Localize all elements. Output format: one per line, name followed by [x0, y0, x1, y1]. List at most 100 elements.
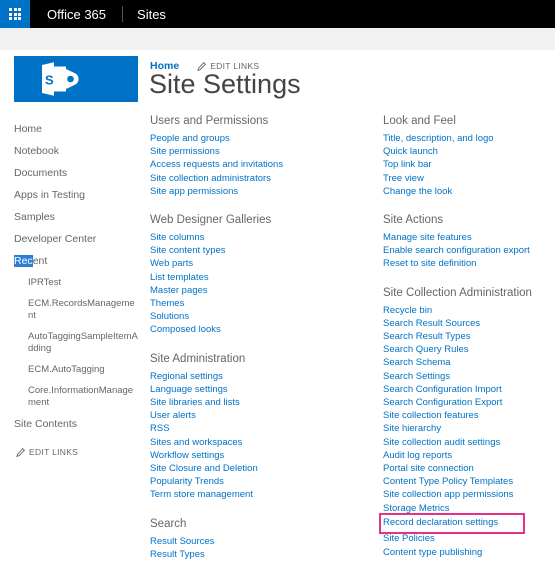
settings-link-portal-site-connection[interactable]: Portal site connection	[383, 462, 555, 475]
svg-text:S: S	[45, 73, 54, 88]
waffle-grid	[8, 7, 22, 21]
settings-middle-column: Users and Permissions People and groups Si…	[150, 114, 378, 576]
settings-group: Site Actions Manage site features Enable s…	[383, 213, 555, 271]
settings-group-title: Search	[150, 517, 187, 530]
sidebar-item-iprtest[interactable]: IPRTest	[0, 272, 138, 293]
quick-launch-nav: Home Notebook Documents Apps in Testing Samp…	[0, 114, 148, 457]
sidebar-item-label: Core.InformationManagement	[28, 384, 134, 408]
settings-link-search-settings[interactable]: Search Settings	[383, 370, 555, 383]
settings-link-change-the-look[interactable]: Change the look	[383, 185, 555, 198]
sidebar-item-ecm-autotagging[interactable]: ECM.AutoTagging	[0, 359, 138, 380]
settings-link-title-description-and-logo[interactable]: Title, description, and logo	[383, 132, 555, 145]
settings-link-solutions[interactable]: Solutions	[150, 310, 378, 323]
settings-group: Look and Feel Title, description, and log…	[383, 114, 555, 198]
settings-link-site-hierarchy[interactable]: Site hierarchy	[383, 422, 555, 435]
settings-link-enable-search-configuration-export[interactable]: Enable search configuration export	[383, 244, 555, 257]
settings-link-web-parts[interactable]: Web parts	[150, 257, 378, 270]
sidebar-item-site-contents[interactable]: Site Contents	[0, 413, 148, 435]
settings-link-themes[interactable]: Themes	[150, 297, 378, 310]
settings-link-top-link-bar[interactable]: Top link bar	[383, 158, 555, 171]
page-body: Home Notebook Documents Apps in Testing Samp…	[0, 114, 555, 560]
settings-link-term-store-management[interactable]: Term store management	[150, 488, 378, 501]
sidebar-item-label: Developer Center	[14, 232, 97, 245]
settings-link-result-sources[interactable]: Result Sources	[150, 535, 378, 548]
quick-launch-items: Home Notebook Documents Apps in Testing Samp…	[0, 118, 148, 435]
settings-group: Search Result Sources Result Types	[150, 517, 378, 561]
settings-link-site-collection-features[interactable]: Site collection features	[383, 409, 555, 422]
settings-link-language-settings[interactable]: Language settings	[150, 383, 378, 396]
sidebar-item-samples[interactable]: Samples	[0, 206, 148, 228]
settings-link-search-query-rules[interactable]: Search Query Rules	[383, 343, 555, 356]
settings-group-title: Site Actions	[383, 214, 444, 227]
settings-group: Site Administration Regional settings Lang…	[150, 352, 378, 502]
settings-link-site-libraries-and-lists[interactable]: Site libraries and lists	[150, 396, 378, 409]
app-launcher-waffle-icon[interactable]	[0, 0, 30, 28]
settings-link-quick-launch[interactable]: Quick launch	[383, 145, 555, 158]
sidebar-item-apps-in-testing[interactable]: Apps in Testing	[0, 184, 148, 206]
settings-group-title: Site Administration	[150, 352, 246, 365]
settings-link-search-result-sources[interactable]: Search Result Sources	[383, 317, 555, 330]
sidebar-item-core-informationmanagement[interactable]: Core.InformationManagement	[0, 380, 138, 413]
settings-group-title: Site Collection Administration	[383, 286, 532, 299]
sidebar-item-label-selected: Rec	[14, 254, 33, 267]
settings-link-site-columns[interactable]: Site columns	[150, 231, 378, 244]
sidebar-item-notebook[interactable]: Notebook	[0, 140, 148, 162]
settings-link-people-and-groups[interactable]: People and groups	[150, 132, 378, 145]
sidebar-item-label: IPRTest	[28, 276, 62, 288]
settings-link-site-collection-administrators[interactable]: Site collection administrators	[150, 172, 378, 185]
settings-link-tree-view[interactable]: Tree view	[383, 172, 555, 185]
settings-link-site-app-permissions[interactable]: Site app permissions	[150, 185, 378, 198]
settings-link-rss[interactable]: RSS	[150, 422, 378, 435]
sidebar-item-label: Notebook	[14, 144, 59, 157]
sidebar-item-autotaggingsampleitemadding[interactable]: AutoTaggingSampleItemAdding	[0, 326, 138, 359]
sidebar-item-ecm-recordsmanagement[interactable]: ECM.RecordsManagement	[0, 293, 138, 326]
settings-link-search-configuration-export[interactable]: Search Configuration Export	[383, 396, 555, 409]
settings-link-site-closure-and-deletion[interactable]: Site Closure and Deletion	[150, 462, 378, 475]
settings-link-site-policies[interactable]: Site Policies	[383, 532, 555, 545]
sidebar-item-developer-center[interactable]: Developer Center	[0, 228, 148, 250]
settings-group: Site Collection Administration Recycle bi…	[379, 286, 555, 559]
sidebar-item-label: ent	[32, 254, 48, 267]
settings-link-result-types[interactable]: Result Types	[150, 548, 378, 561]
sidebar-item-documents[interactable]: Documents	[0, 162, 148, 184]
settings-link-sites-and-workspaces[interactable]: Sites and workspaces	[150, 436, 378, 449]
settings-link-master-pages[interactable]: Master pages	[150, 284, 378, 297]
page-title: Site Settings	[149, 69, 301, 99]
sidebar-item-label: Apps in Testing	[14, 188, 86, 201]
settings-link-record-declaration-settings[interactable]: Record declaration settings	[379, 512, 525, 535]
settings-link-user-alerts[interactable]: User alerts	[150, 409, 378, 422]
sidebar-item-label: Site Contents	[14, 417, 78, 430]
settings-link-popularity-trends[interactable]: Popularity Trends	[150, 475, 378, 488]
settings-link-search-schema[interactable]: Search Schema	[383, 356, 555, 369]
office365-brand-link[interactable]: Office 365	[30, 0, 122, 28]
settings-link-site-collection-app-permissions[interactable]: Site collection app permissions	[383, 488, 555, 501]
suite-bar: Office 365 Sites	[0, 0, 555, 28]
settings-link-site-permissions[interactable]: Site permissions	[150, 145, 378, 158]
settings-link-list-templates[interactable]: List templates	[150, 271, 378, 284]
settings-link-manage-site-features[interactable]: Manage site features	[383, 231, 555, 244]
settings-link-access-requests-and-invitations[interactable]: Access requests and invitations	[150, 158, 378, 171]
settings-link-content-type-policy-templates[interactable]: Content Type Policy Templates	[383, 475, 555, 488]
settings-link-recycle-bin[interactable]: Recycle bin	[383, 304, 555, 317]
settings-link-workflow-settings[interactable]: Workflow settings	[150, 449, 378, 462]
settings-link-composed-looks[interactable]: Composed looks	[150, 323, 378, 336]
settings-group: Web Designer Galleries Site columns Site c…	[150, 213, 378, 337]
settings-link-search-configuration-import[interactable]: Search Configuration Import	[383, 383, 555, 396]
sites-app-link[interactable]: Sites	[123, 0, 180, 28]
settings-link-storage-metrics[interactable]: Storage Metrics	[383, 502, 555, 515]
settings-link-regional-settings[interactable]: Regional settings	[150, 370, 378, 383]
settings-group-title: Users and Permissions	[150, 115, 269, 127]
settings-link-audit-log-reports[interactable]: Audit log reports	[383, 449, 555, 462]
site-header: S Home EDIT LINKS Site Settings	[0, 50, 555, 114]
settings-group-title: Web Designer Galleries	[150, 214, 272, 227]
nav-edit-links-label: EDIT LINKS	[29, 447, 79, 457]
sidebar-item-label: Documents	[14, 166, 68, 179]
sidebar-item-recent[interactable]: Recent	[0, 250, 148, 272]
nav-edit-links-button[interactable]: EDIT LINKS	[0, 447, 148, 457]
settings-link-site-collection-audit-settings[interactable]: Site collection audit settings	[383, 436, 555, 449]
pencil-icon	[16, 447, 25, 457]
settings-link-reset-to-site-definition[interactable]: Reset to site definition	[383, 257, 555, 270]
settings-link-search-result-types[interactable]: Search Result Types	[383, 330, 555, 343]
settings-link-site-content-types[interactable]: Site content types	[150, 244, 378, 257]
sidebar-item-home[interactable]: Home	[0, 118, 148, 140]
